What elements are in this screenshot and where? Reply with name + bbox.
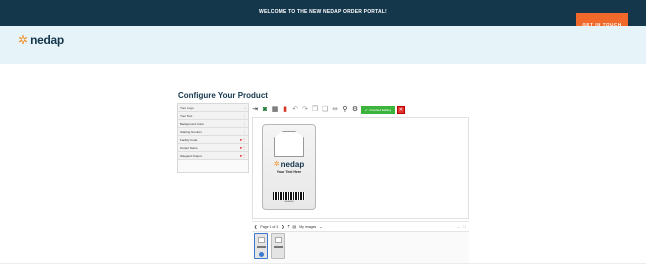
- card-text[interactable]: Your Text Here: [262, 170, 316, 174]
- zoom-icon[interactable]: ⚲: [341, 106, 349, 114]
- page-title: Configure Your Product: [178, 91, 268, 100]
- images-icon[interactable]: ▤: [292, 224, 296, 229]
- sidebar-item-wiegand-output[interactable]: Wiegand Output ●⋮: [178, 152, 248, 160]
- sidebar-item-label: Starting Number: [180, 129, 202, 134]
- star-icon: ✲: [273, 161, 280, 168]
- page-navigation: ❮ Page 1 of 2 ❯ ⤒ ▤ My Images ⌄ – ⛶: [252, 221, 469, 231]
- active-page-badge: [259, 252, 264, 257]
- logo-wordmark: nedap: [30, 33, 64, 47]
- chevron-down-icon[interactable]: ⌄: [319, 224, 322, 229]
- paste-icon[interactable]: ❏: [321, 106, 329, 114]
- upload-icon[interactable]: ⤒: [288, 224, 290, 229]
- page-thumbnail[interactable]: [254, 233, 268, 259]
- align-icon[interactable]: ⇹: [331, 106, 339, 114]
- card-cutout: [274, 131, 304, 157]
- finished-editing-label: Finished Editing: [369, 107, 391, 112]
- copy-icon[interactable]: ❐: [311, 106, 319, 114]
- editor-toolbar: ⇥ ◙ ▦ ▮ ↶ ↷ ❐ ❏ ⇹ ⚲ ⚙ ✔ Finished Editing…: [251, 103, 469, 116]
- check-icon: ✔: [365, 107, 368, 112]
- barcode-image[interactable]: [273, 192, 305, 200]
- camera-icon[interactable]: ◙: [261, 106, 269, 114]
- thumbnail-cutout: [275, 237, 282, 243]
- nedap-logo[interactable]: ✲ nedap: [18, 33, 64, 47]
- finished-editing-button[interactable]: ✔ Finished Editing: [361, 105, 395, 114]
- expand-icon[interactable]: ⛶: [464, 225, 466, 229]
- card-logo-wordmark: nedap: [280, 160, 305, 169]
- redo-icon[interactable]: ↷: [301, 106, 309, 114]
- more-icon: ⋮: [243, 113, 246, 118]
- chevron-right-icon[interactable]: ❯: [281, 224, 284, 229]
- top-banner: WELCOME TO THE NEW NEDAP ORDER PORTAL!: [0, 0, 646, 26]
- sidebar-item-label: Facility Code: [180, 137, 198, 142]
- sidebar-item-label: Your Logo: [180, 105, 194, 110]
- close-icon[interactable]: ✕: [396, 105, 405, 114]
- thumbnail-text: [274, 246, 283, 248]
- sidebar-item-background-color[interactable]: Background Color ⋮: [178, 120, 248, 128]
- sidebar-item-starting-number[interactable]: Starting Number ⋮: [178, 128, 248, 136]
- sidebar-item-label: Output Name: [180, 145, 198, 150]
- hero-band: [0, 26, 646, 64]
- qr-icon[interactable]: ▦: [271, 106, 279, 114]
- footer-divider: [0, 263, 646, 264]
- sidebar-item-label: Background Color: [180, 121, 205, 126]
- sidebar-item-label: Wiegand Output: [180, 153, 202, 158]
- required-icon: ●⋮: [239, 153, 246, 158]
- barcode-number: 00000000: [284, 201, 294, 203]
- login-icon[interactable]: ⇥: [251, 106, 259, 114]
- page-thumbnail[interactable]: [271, 233, 285, 259]
- settings-icon[interactable]: ⚙: [351, 106, 359, 114]
- my-images-label[interactable]: My Images: [299, 225, 316, 229]
- sidebar-item-output-name[interactable]: Output Name ●⋮: [178, 144, 248, 152]
- sidebar-item-facility-code[interactable]: Facility Code ●⋮: [178, 136, 248, 144]
- required-icon: ●⋮: [239, 137, 246, 142]
- minimize-icon[interactable]: –: [458, 225, 460, 229]
- sidebar-item-your-text[interactable]: Your Text ⋮: [178, 112, 248, 120]
- thumbnail-text: [257, 246, 266, 248]
- undo-icon[interactable]: ↶: [291, 106, 299, 114]
- sidebar-item-label: Your Text: [180, 113, 193, 118]
- home-icon: ⌂: [244, 105, 246, 110]
- delete-icon[interactable]: ▮: [281, 106, 289, 114]
- required-icon: ●⋮: [239, 145, 246, 150]
- card-logo[interactable]: ✲ nedap: [266, 160, 312, 169]
- thumbnail-cutout: [258, 237, 265, 243]
- more-icon: ⋮: [243, 129, 246, 134]
- star-icon: ✲: [18, 33, 29, 47]
- more-icon: ⋮: [243, 121, 246, 126]
- page-indicator: Page 1 of 2: [260, 224, 279, 229]
- options-sidebar: Your Logo ⌂ Your Text ⋮ Background Color…: [177, 103, 249, 173]
- welcome-message: WELCOME TO THE NEW NEDAP ORDER PORTAL!: [259, 9, 387, 15]
- sidebar-item-your-logo[interactable]: Your Logo ⌂: [178, 104, 248, 112]
- chevron-left-icon[interactable]: ❮: [254, 224, 257, 229]
